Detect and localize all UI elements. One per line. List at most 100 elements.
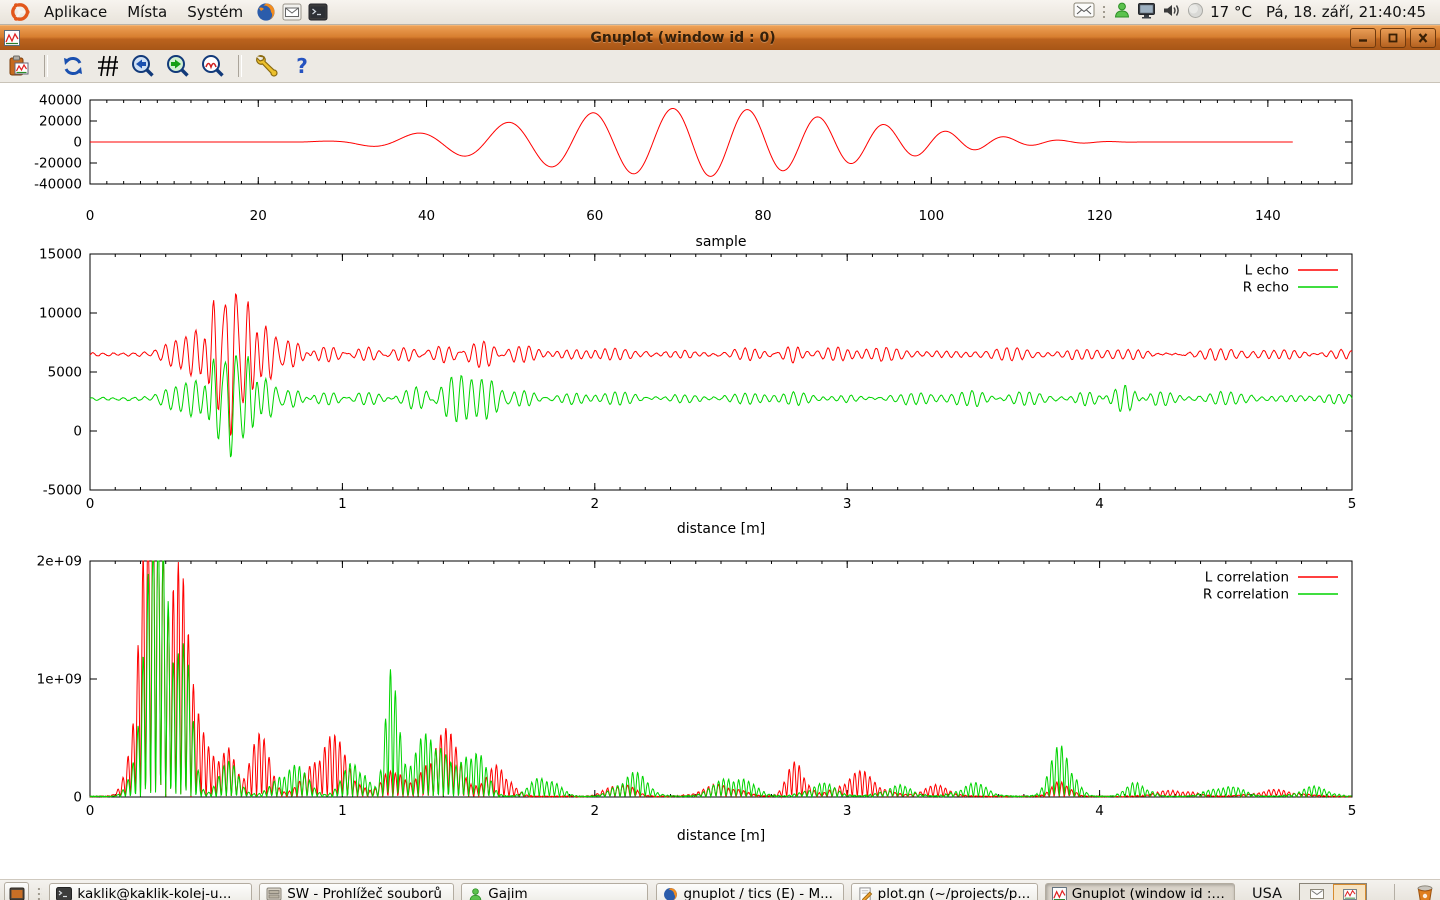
axis-text: 5	[1348, 496, 1357, 512]
desktop: Aplikace Místa Systém	[0, 0, 1440, 900]
system-tray: 17 °C Pá, 18. září, 21:40:45	[1073, 1, 1434, 23]
ytick-label: 5000	[48, 365, 82, 381]
clock-label[interactable]: Pá, 18. září, 21:40:45	[1266, 3, 1426, 21]
series-l-echo	[90, 294, 1352, 435]
show-desktop-button[interactable]	[4, 882, 29, 900]
task-label: gnuplot / tics (E) - M...	[683, 886, 833, 900]
unzoom-all-button[interactable]	[200, 53, 226, 79]
legend-label: R echo	[1243, 280, 1289, 296]
weather-icon[interactable]	[1187, 2, 1204, 23]
window-title: Gnuplot (window id : 0)	[20, 30, 1346, 46]
taskbar-separator	[1394, 884, 1395, 900]
gnuplot-canvas[interactable]: 020406080100120140-40000-200000200004000…	[0, 83, 1440, 879]
maximize-button[interactable]	[1380, 28, 1406, 48]
series-r-correlation	[90, 561, 1352, 797]
axis-text: distance [m]	[677, 521, 765, 537]
ytick-label: 0	[73, 424, 82, 440]
gnome-bottom-panel: kaklik@kaklik-kolej-u... SW - Prohlížeč …	[0, 879, 1440, 900]
volume-icon[interactable]	[1162, 2, 1181, 23]
axis-text: 40	[418, 208, 435, 224]
toggle-grid-button[interactable]	[95, 53, 121, 79]
workspace-1[interactable]	[1300, 884, 1333, 900]
replot-button[interactable]	[60, 53, 86, 79]
axis-text: 0	[86, 208, 95, 224]
help-button[interactable]: ?	[289, 53, 315, 79]
taskbar-handle[interactable]	[36, 885, 42, 900]
mail-launcher-icon[interactable]	[282, 3, 302, 21]
task-label: plot.gn (~/projects/p...	[878, 886, 1031, 900]
firefox-launcher-icon[interactable]	[256, 2, 276, 22]
task-gnuplot[interactable]: Gnuplot (window id : 0)	[1045, 883, 1235, 900]
ytick-label: -5000	[43, 483, 82, 499]
toolbar-separator	[44, 55, 48, 77]
ubuntu-logo-icon[interactable]	[9, 1, 31, 23]
axis-text: 120	[1087, 208, 1113, 224]
task-file-manager[interactable]: SW - Prohlížeč souborů	[259, 883, 454, 900]
gnome-top-panel: Aplikace Místa Systém	[0, 0, 1440, 25]
chart-1: 012345-5000050001000015000distance [m]L …	[39, 247, 1356, 538]
ytick-label: 2e+09	[37, 554, 82, 570]
copy-to-clipboard-button[interactable]	[6, 53, 32, 79]
ytick-label: 10000	[39, 306, 82, 322]
task-firefox[interactable]: gnuplot / tics (E) - M...	[656, 883, 843, 900]
menu-places[interactable]: Místa	[117, 1, 177, 23]
axis-text: 3	[843, 496, 852, 512]
axis-text: 1	[338, 803, 347, 819]
mail-notification-icon[interactable]	[1073, 2, 1095, 22]
series-l-correlation	[90, 561, 1352, 797]
settings-wrench-button[interactable]	[254, 53, 280, 79]
display-settings-icon[interactable]	[1137, 2, 1156, 23]
chart-0: 020406080100120140-40000-200000200004000…	[34, 93, 1352, 251]
ytick-label: -40000	[34, 177, 82, 193]
axis-text: distance [m]	[677, 828, 765, 844]
axis-text: 140	[1255, 208, 1281, 224]
ytick-label: 15000	[39, 247, 82, 263]
task-gajim[interactable]: Gajim	[461, 883, 648, 900]
ytick-label: 40000	[39, 93, 82, 109]
axis-text: 5	[1348, 803, 1357, 819]
svg-text:?: ?	[296, 54, 308, 78]
terminal-launcher-icon[interactable]	[308, 3, 328, 21]
zoom-next-button[interactable]	[165, 53, 191, 79]
minimize-button[interactable]	[1350, 28, 1376, 48]
ytick-label: -20000	[34, 156, 82, 172]
ytick-label: 1e+09	[37, 672, 82, 688]
task-label: Gnuplot (window id : 0)	[1072, 886, 1228, 900]
axis-text: 0	[86, 803, 95, 819]
close-button[interactable]	[1410, 28, 1436, 48]
workspace-switcher	[1299, 883, 1367, 900]
axis-text: 2	[591, 803, 600, 819]
axis-text: 60	[586, 208, 603, 224]
axis-text: 100	[918, 208, 944, 224]
axis-text: sample	[696, 234, 747, 250]
menu-system[interactable]: Systém	[177, 1, 253, 23]
axis-text: 4	[1095, 496, 1104, 512]
keyboard-layout-indicator[interactable]: USA	[1242, 886, 1292, 900]
zoom-previous-button[interactable]	[130, 53, 156, 79]
axis-text: 20	[250, 208, 267, 224]
tray-handle[interactable]	[1101, 3, 1107, 21]
axis-text: 2	[591, 496, 600, 512]
axis-text: 4	[1095, 803, 1104, 819]
chart-2: 01234501e+092e+09distance [m]L correlati…	[37, 554, 1357, 845]
legend-label: R correlation	[1203, 587, 1289, 603]
menu-applications[interactable]: Aplikace	[34, 1, 117, 23]
window-icon[interactable]	[4, 30, 20, 46]
series-series	[90, 108, 1293, 176]
task-text-editor[interactable]: plot.gn (~/projects/p...	[851, 883, 1038, 900]
task-terminal[interactable]: kaklik@kaklik-kolej-u...	[49, 883, 252, 900]
plots-svg[interactable]: 020406080100120140-40000-200000200004000…	[0, 83, 1440, 875]
gnuplot-titlebar[interactable]: Gnuplot (window id : 0)	[0, 25, 1440, 50]
ytick-label: 20000	[39, 114, 82, 130]
trash-icon[interactable]	[1416, 884, 1434, 900]
gajim-status-icon[interactable]	[1113, 1, 1131, 23]
task-label: kaklik@kaklik-kolej-u...	[77, 886, 231, 900]
task-label: Gajim	[488, 886, 527, 900]
axis-text: 3	[843, 803, 852, 819]
task-label: SW - Prohlížeč souborů	[287, 886, 442, 900]
workspace-2[interactable]	[1333, 884, 1366, 900]
series-r-echo	[90, 356, 1352, 457]
temperature-label[interactable]: 17 °C	[1210, 3, 1252, 21]
gnuplot-toolbar: ?	[0, 50, 1440, 83]
ytick-label: 0	[73, 135, 82, 151]
